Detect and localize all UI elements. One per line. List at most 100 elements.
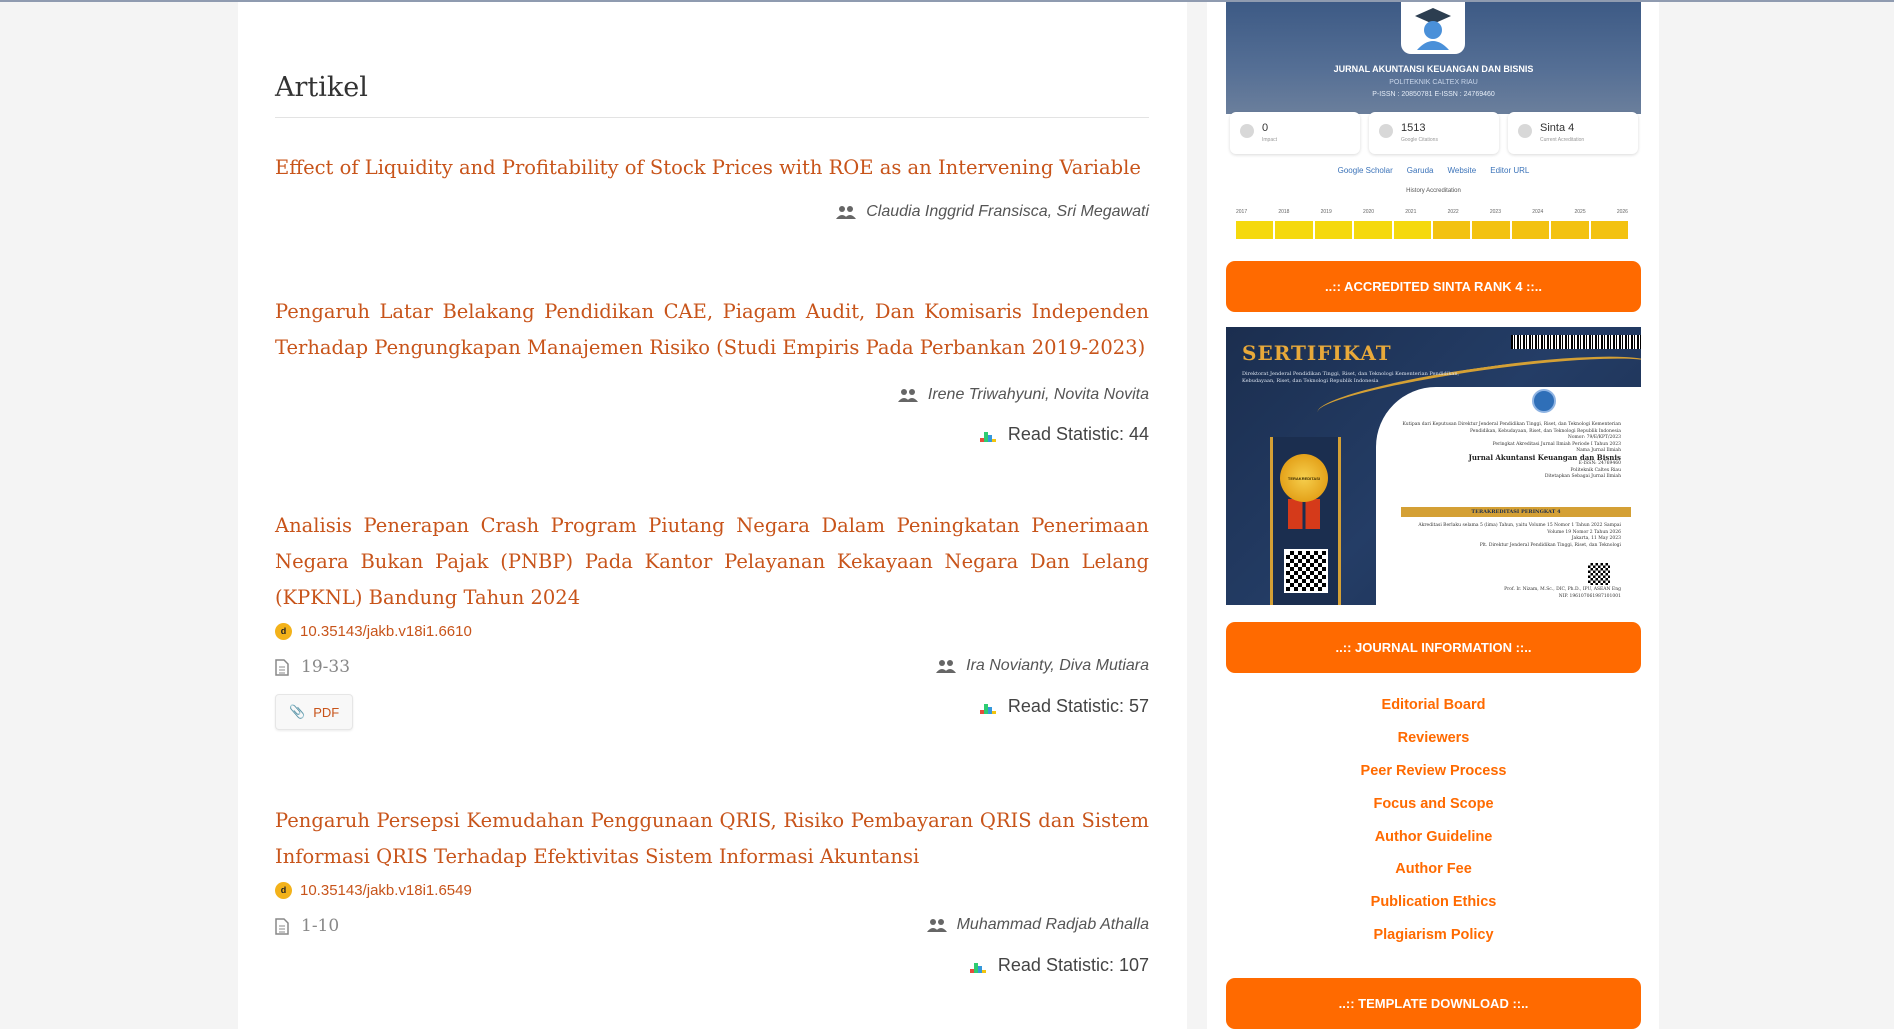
peer-review-process-link[interactable]: Peer Review Process	[1361, 755, 1507, 788]
sidebar: JURNAL AKUNTANSI KEUANGAN DAN BISNIS POL…	[1207, 2, 1659, 1029]
history-segment	[1590, 221, 1629, 239]
pdf-button[interactable]: 📎 PDF	[275, 694, 354, 730]
authors-text: Ira Novianty, Diva Mutiara	[966, 657, 1149, 674]
authors-text: Irene Triwahyuni, Novita Novita	[927, 386, 1149, 403]
award-icon	[1518, 124, 1532, 138]
year-label: 2022	[1447, 209, 1459, 215]
year-label: 2019	[1320, 209, 1332, 215]
users-icon	[936, 660, 957, 673]
article-title-link[interactable]: Analisis Penerapan Crash Program Piutang…	[275, 508, 1149, 616]
users-icon	[836, 206, 857, 219]
accredited-sinta-button[interactable]: ..:: ACCREDITED SINTA RANK 4 ::..	[1226, 261, 1641, 312]
qr-code-icon	[1588, 563, 1610, 585]
history-segment	[1314, 221, 1353, 239]
garuda-link[interactable]: Garuda	[1407, 166, 1434, 175]
author-fee-link[interactable]: Author Fee	[1395, 853, 1472, 886]
article-doi[interactable]: d 10.35143/jakb.v18i1.6610	[275, 619, 1149, 643]
article-item: Pengaruh Persepsi Kemudahan Penggunaan Q…	[275, 803, 1149, 985]
focus-and-scope-link[interactable]: Focus and Scope	[1373, 788, 1493, 821]
website-link[interactable]: Website	[1447, 166, 1476, 175]
article-title-link[interactable]: Effect of Liquidity and Profitability of…	[275, 150, 1149, 186]
read-statistic: Read Statistic: 57	[979, 696, 1149, 717]
history-segment	[1393, 221, 1432, 239]
history-label: History Accreditation	[1406, 188, 1461, 194]
plagiarism-policy-link[interactable]: Plagiarism Policy	[1373, 919, 1493, 952]
barcode-graphic	[1511, 335, 1641, 349]
banner-issn: P-ISSN : 20850781 E-ISSN : 24769460	[1372, 91, 1495, 98]
year-label: 2025	[1574, 209, 1586, 215]
certificate-footer: Akreditasi Berlaku selama 5 (lima) Tahun…	[1401, 523, 1621, 549]
certificate-org: Direktorat Jenderal Pendidikan Tinggi, R…	[1242, 371, 1460, 384]
history-segment	[1551, 221, 1589, 239]
year-label: 2018	[1278, 209, 1290, 215]
authors-text: Claudia Inggrid Fransisca, Sri Megawati	[866, 203, 1149, 220]
article-item: Analisis Penerapan Crash Program Piutang…	[275, 508, 1149, 730]
profile-links: Google Scholar Garuda Website Editor URL	[1226, 166, 1641, 175]
read-statistic-text: Read Statistic: 44	[1007, 424, 1149, 444]
history-segment	[1354, 221, 1392, 239]
article-meta: 19-33 Ira Novianty, Diva Mutiara	[275, 657, 1149, 687]
bar-chart-icon	[969, 962, 986, 973]
sinta-profile-banner[interactable]: JURNAL AKUNTANSI KEUANGAN DAN BISNIS POL…	[1226, 2, 1641, 240]
medal-text: TERAKREDITASI	[1287, 475, 1321, 481]
stat-label: Impact	[1262, 137, 1278, 143]
section-divider	[275, 117, 1149, 118]
editor-url-link[interactable]: Editor URL	[1490, 166, 1529, 175]
year-label: 2020	[1362, 209, 1375, 215]
journal-info-menu: Editorial Board Reviewers Peer Review Pr…	[1226, 689, 1641, 952]
journal-information-button[interactable]: ..:: JOURNAL INFORMATION ::..	[1226, 622, 1641, 673]
article-doi[interactable]: d 10.35143/jakb.v18i1.6549	[275, 878, 1149, 902]
template-download-button[interactable]: ..:: TEMPLATE DOWNLOAD ::..	[1226, 978, 1641, 1029]
institution-icon	[1379, 124, 1393, 138]
article-title-link[interactable]: Pengaruh Persepsi Kemudahan Penggunaan Q…	[275, 803, 1149, 875]
year-label: 2023	[1489, 209, 1501, 215]
history-segment	[1472, 221, 1510, 239]
article-stats: Read Statistic: 44	[275, 424, 1149, 454]
section-title: Artikel	[275, 72, 368, 103]
year-label: 2024	[1532, 209, 1544, 215]
users-icon	[897, 389, 918, 402]
year-label: 2017	[1236, 209, 1248, 215]
google-scholar-link[interactable]: Google Scholar	[1338, 166, 1393, 175]
article-authors: Ira Novianty, Diva Mutiara	[936, 657, 1149, 675]
history-segment	[1275, 221, 1313, 239]
article-stats: Read Statistic: 107	[275, 955, 1149, 985]
file-icon	[275, 658, 289, 676]
read-statistic-text: Read Statistic: 57	[1007, 696, 1149, 716]
banner-journal-name: JURNAL AKUNTANSI KEUANGAN DAN BISNIS	[1333, 64, 1534, 74]
certificate-body: Kutipan dari Keputusan Direktur Jenderal…	[1401, 422, 1621, 481]
article-pages: 1-10	[275, 916, 339, 936]
pages-text: 19-33	[301, 657, 351, 677]
history-segment	[1236, 221, 1274, 239]
year-label: 2026	[1616, 209, 1628, 215]
article-authors: Muhammad Radjab Athalla	[926, 916, 1149, 934]
ribbon-icon	[1288, 499, 1320, 529]
cert-validity: Akreditasi Berlaku selama 5 (lima) Tahun…	[1418, 523, 1621, 535]
author-guideline-link[interactable]: Author Guideline	[1375, 821, 1493, 854]
bar-chart-icon	[979, 703, 996, 714]
pdf-label: PDF	[313, 704, 340, 720]
stat-value: 0	[1262, 122, 1269, 134]
article-title-link[interactable]: Pengaruh Latar Belakang Pendidikan CAE, …	[275, 294, 1149, 366]
article-meta: Claudia Inggrid Fransisca, Sri Megawati	[275, 203, 1149, 233]
article-list-panel: Artikel Effect of Liquidity and Profitab…	[238, 2, 1187, 1029]
cert-rank: TERAKREDITASI PERINGKAT 4	[1401, 507, 1631, 517]
stat-label: Current Acreditation	[1540, 137, 1585, 143]
impact-stat: 0 Impact	[1230, 112, 1360, 154]
journal-avatar	[1401, 2, 1465, 54]
accreditation-history-bar	[1236, 221, 1629, 239]
reviewers-link[interactable]: Reviewers	[1398, 722, 1470, 755]
article-actions: 📎 PDF Read Statistic: 57	[275, 694, 1149, 730]
graduate-icon	[1415, 8, 1451, 50]
publication-ethics-link[interactable]: Publication Ethics	[1371, 886, 1497, 919]
editorial-board-link[interactable]: Editorial Board	[1382, 689, 1486, 722]
history-years: 2017 2018 2019 2020 2021 2022 2023 2024 …	[1236, 209, 1628, 215]
stat-value: Sinta 4	[1540, 122, 1575, 134]
article-pages: 19-33	[275, 657, 350, 677]
history-segment	[1433, 221, 1471, 239]
pages-text: 1-10	[301, 916, 340, 936]
cert-nip: NIP. 196107061987101001	[1558, 593, 1621, 599]
medal-icon: TERAKREDITASI	[1280, 454, 1328, 502]
certificate-title: SERTIFIKAT	[1242, 341, 1392, 365]
accreditation-certificate[interactable]: SERTIFIKAT Direktorat Jenderal Pendidika…	[1226, 327, 1641, 605]
